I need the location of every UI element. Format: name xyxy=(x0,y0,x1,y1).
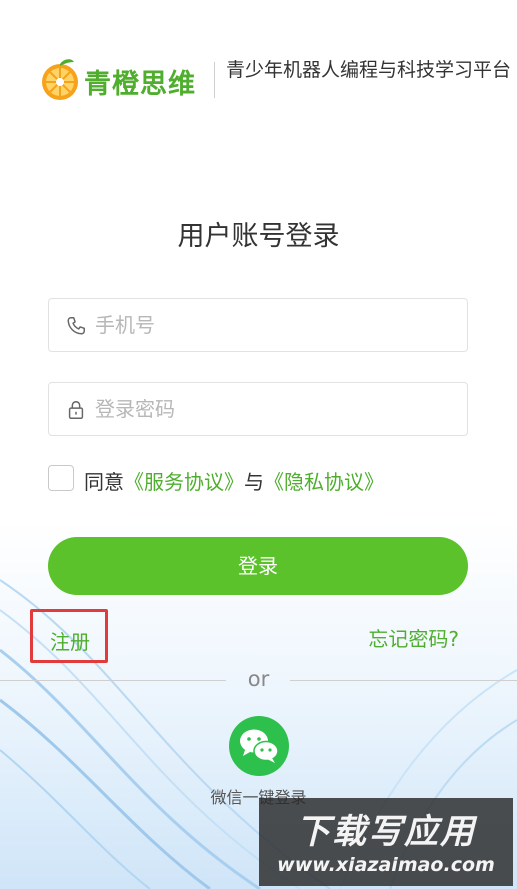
header-divider xyxy=(214,62,215,98)
password-input[interactable] xyxy=(95,383,455,435)
wechat-icon xyxy=(240,729,279,763)
watermark-title: 下载写应用 xyxy=(296,812,476,852)
app-header: 青橙思维 青少年机器人编程与科技学习平台 xyxy=(38,56,517,108)
logo-text: 青橙思维 xyxy=(84,69,196,100)
lock-icon xyxy=(68,401,84,419)
privacy-agreement-link[interactable]: 《隐私协议》 xyxy=(264,470,384,494)
phone-field[interactable] xyxy=(48,298,468,352)
phone-input[interactable] xyxy=(95,299,455,351)
register-highlight-box[interactable]: 注册 xyxy=(30,609,108,663)
page-title: 用户账号登录 xyxy=(177,221,340,252)
forgot-password-link[interactable]: 忘记密码? xyxy=(368,623,459,652)
or-divider-text: or xyxy=(247,667,270,691)
password-field[interactable] xyxy=(48,382,468,436)
platform-tagline: 青少年机器人编程与科技学习平台 xyxy=(226,59,512,81)
register-link[interactable]: 注册 xyxy=(50,626,90,655)
login-button[interactable]: 登录 xyxy=(48,537,468,595)
orange-logo-icon xyxy=(42,59,78,100)
agree-and: 与 xyxy=(244,470,264,494)
phone-icon xyxy=(67,317,85,335)
agreement-row: 同意《服务协议》与《隐私协议》 xyxy=(48,465,488,495)
service-agreement-link[interactable]: 《服务协议》 xyxy=(124,470,244,494)
wechat-login-button[interactable] xyxy=(229,716,289,776)
agreement-text: 同意《服务协议》与《隐私协议》 xyxy=(84,466,384,495)
watermark: 下载写应用 www.xiazaimao.com xyxy=(259,798,513,886)
agreement-checkbox[interactable] xyxy=(48,465,74,491)
agree-prefix: 同意 xyxy=(84,470,124,494)
watermark-url: www.xiazaimao.com xyxy=(277,854,495,876)
